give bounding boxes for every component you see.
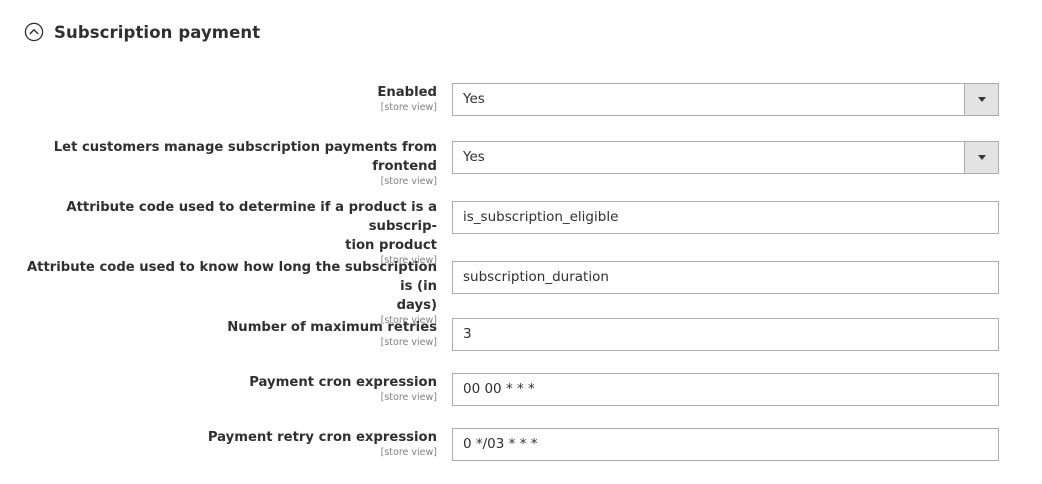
label-text: Payment retry cron expression	[207, 430, 437, 445]
input-value: is_subscription_eligible	[463, 209, 619, 225]
input-value: 0 */03 * * *	[463, 436, 538, 452]
input-value: 3	[463, 326, 472, 342]
field-label-payment-cron: Payment cron expression [store view]	[24, 373, 437, 403]
field-label-duration-attribute: Attribute code used to know how long the…	[24, 258, 437, 326]
caret-down-icon	[977, 155, 986, 160]
label-text: Enabled	[377, 85, 437, 100]
label-text: Payment cron expression	[249, 375, 437, 390]
select-value: Yes	[463, 149, 485, 165]
label-text-line-2: tion product	[345, 238, 437, 253]
scope-label: [store view]	[380, 337, 437, 348]
dropdown-button[interactable]	[964, 84, 998, 115]
customer-manage-select[interactable]: Yes	[452, 141, 999, 174]
field-label-customer-manage: Let customers manage subscription paymen…	[24, 138, 437, 187]
input-value: subscription_duration	[463, 269, 609, 285]
caret-down-icon	[977, 97, 986, 102]
select-value: Yes	[463, 91, 485, 107]
payment-cron-input[interactable]: 00 00 * * *	[452, 373, 999, 406]
input-value: 00 00 * * *	[463, 381, 535, 397]
label-text: Attribute code used to determine if a pr…	[66, 200, 437, 234]
section-title: Subscription payment	[54, 22, 261, 42]
scope-label: [store view]	[380, 447, 437, 458]
enabled-select[interactable]: Yes	[452, 83, 999, 116]
payment-retry-cron-input[interactable]: 0 */03 * * *	[452, 428, 999, 461]
field-label-max-retries: Number of maximum retries [store view]	[24, 318, 437, 348]
chevron-up-circle-icon[interactable]	[24, 22, 44, 42]
label-text-line-2: days)	[396, 298, 437, 313]
section-header-subscription-payment[interactable]: Subscription payment	[24, 20, 260, 44]
scope-label: [store view]	[380, 176, 437, 187]
scope-label: [store view]	[380, 102, 437, 113]
label-text-line-2: frontend	[372, 159, 437, 174]
field-label-enabled: Enabled [store view]	[24, 83, 437, 113]
max-retries-input[interactable]: 3	[452, 318, 999, 351]
field-label-subscription-attribute: Attribute code used to determine if a pr…	[24, 198, 437, 266]
dropdown-button[interactable]	[964, 142, 998, 173]
subscription-attribute-input[interactable]: is_subscription_eligible	[452, 201, 999, 234]
duration-attribute-input[interactable]: subscription_duration	[452, 261, 999, 294]
scope-label: [store view]	[380, 392, 437, 403]
label-text: Number of maximum retries	[227, 320, 437, 335]
label-text: Attribute code used to know how long the…	[26, 260, 437, 294]
field-label-payment-retry-cron: Payment retry cron expression [store vie…	[24, 428, 437, 458]
label-text: Let customers manage subscription paymen…	[53, 140, 437, 155]
